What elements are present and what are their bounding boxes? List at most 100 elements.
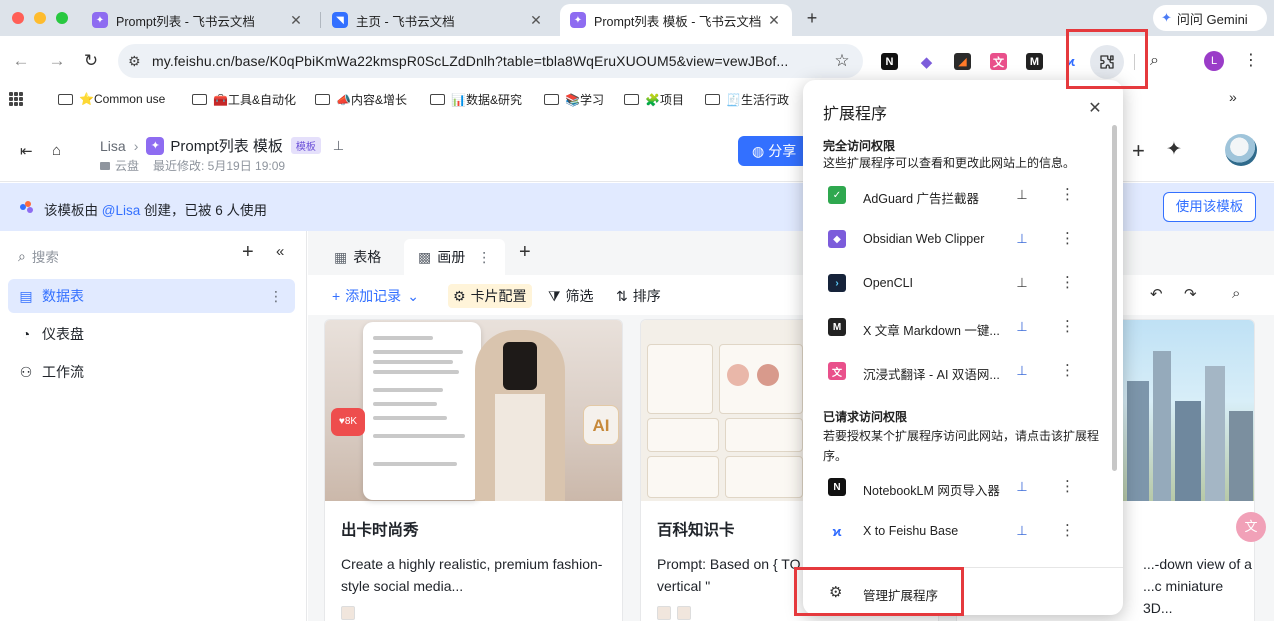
tab-search-icon[interactable]: ⌕ bbox=[1150, 52, 1159, 70]
site-settings-icon[interactable]: ⚙ bbox=[128, 53, 152, 70]
bookmark-folder[interactable]: ⭐Common use bbox=[58, 89, 165, 109]
home-icon[interactable]: ⌂ bbox=[52, 142, 61, 159]
add-table-icon[interactable]: + bbox=[242, 241, 254, 264]
pin-icon[interactable]: ⊥ bbox=[1014, 187, 1030, 203]
filter-button[interactable]: ⧩ 筛选 bbox=[548, 286, 594, 306]
creator-mention[interactable]: @Lisa bbox=[102, 203, 140, 218]
more-options-icon[interactable]: ⋮ bbox=[1060, 361, 1075, 379]
unpin-icon[interactable]: ⊥ bbox=[1014, 523, 1030, 539]
browser-tab-template[interactable]: ✦ Prompt列表 模板 - 飞书云文档 ✕ bbox=[560, 4, 792, 36]
ask-gemini-button[interactable]: ✦ 问问 Gemini bbox=[1153, 5, 1267, 31]
sidebar-toggle-icon[interactable]: ⇤ bbox=[20, 142, 33, 160]
close-icon[interactable]: ✕ bbox=[1086, 98, 1104, 118]
doc-title[interactable]: Prompt列表 模板 bbox=[170, 135, 283, 156]
back-arrow-icon[interactable]: ← bbox=[10, 50, 32, 72]
more-options-icon[interactable]: ⋮ bbox=[1060, 521, 1075, 539]
more-options-icon[interactable]: ⋮ bbox=[1060, 229, 1075, 247]
undo-icon[interactable]: ↶ bbox=[1150, 285, 1163, 303]
url-text[interactable]: my.feishu.cn/base/K0qPbiKmWa22kmspR0ScLZ… bbox=[152, 53, 831, 69]
profile-avatar[interactable]: L bbox=[1204, 51, 1224, 71]
breadcrumb-owner[interactable]: Lisa bbox=[100, 138, 126, 154]
bookmark-folder[interactable]: 🧩项目 bbox=[624, 89, 684, 109]
bookmark-folder[interactable]: 📚学习 bbox=[544, 89, 604, 109]
more-options-icon[interactable]: ⋮ bbox=[1060, 477, 1075, 495]
extension-row-x-to-feishu[interactable]: ϰ X to Feishu Base ⊥ ⋮ bbox=[803, 510, 1113, 554]
bookmark-folder[interactable]: 📊数据&研究 bbox=[430, 89, 522, 109]
view-tabs: ▦ 表格 ▩ 画册 ⋮ + bbox=[308, 231, 1274, 275]
redo-icon[interactable]: ↷ bbox=[1184, 285, 1197, 303]
more-icon[interactable]: ⋮ bbox=[269, 288, 283, 305]
window-close-button[interactable] bbox=[12, 12, 24, 24]
bookmark-folder[interactable]: 🧾生活行政 bbox=[705, 89, 789, 109]
close-icon[interactable]: ✕ bbox=[528, 12, 544, 29]
bookmark-folder[interactable]: 🧰工具&自动化 bbox=[192, 89, 296, 109]
sidebar-item-workflow[interactable]: ⚇ 工作流 bbox=[8, 355, 295, 389]
extension-name: Obsidian Web Clipper bbox=[863, 232, 985, 246]
browser-tab-prompt-list[interactable]: ✦ Prompt列表 - 飞书云文档 ✕ bbox=[82, 4, 314, 36]
add-view-icon[interactable]: + bbox=[519, 241, 531, 264]
card-config-button[interactable]: ⚙ 卡片配置 bbox=[448, 284, 532, 308]
new-tab-button[interactable]: + bbox=[800, 6, 824, 30]
apps-grid-icon[interactable] bbox=[9, 92, 23, 106]
immersive-translate-extension-icon[interactable]: 文 bbox=[990, 53, 1007, 70]
extension-row-notebooklm[interactable]: N NotebookLM 网页导入器 ⊥ ⋮ bbox=[803, 466, 1113, 510]
collapse-sidebar-icon[interactable]: « bbox=[276, 243, 284, 260]
settings-icon: ⚙ bbox=[453, 287, 466, 304]
more-options-icon[interactable]: ⋮ bbox=[1060, 273, 1075, 291]
extension-row-adguard[interactable]: ✓ AdGuard 广告拦截器 ⊥ ⋮ bbox=[803, 174, 1113, 218]
popup-scrollbar[interactable] bbox=[1112, 125, 1117, 471]
share-button[interactable]: ◍ 分享 bbox=[738, 136, 808, 166]
bookmarks-overflow-icon[interactable]: » bbox=[1229, 89, 1237, 105]
chevron-down-icon[interactable]: ⌄ bbox=[407, 288, 419, 305]
sort-button[interactable]: ⇅ 排序 bbox=[616, 286, 661, 306]
dark-extension-icon[interactable]: ◢ bbox=[954, 53, 971, 70]
bookmark-star-icon[interactable]: ☆ bbox=[831, 51, 853, 71]
unpin-icon[interactable]: ⊥ bbox=[1014, 319, 1030, 335]
tab-grid-view[interactable]: ▦ 表格 bbox=[320, 239, 395, 275]
attachment-thumbnail[interactable] bbox=[677, 606, 691, 620]
tab-gallery-view[interactable]: ▩ 画册 ⋮ bbox=[404, 239, 506, 275]
sidebar-item-dashboard[interactable]: ◔ 仪表盘 bbox=[8, 317, 295, 351]
obsidian-extension-icon[interactable]: ◆ bbox=[918, 53, 935, 71]
unpin-icon[interactable]: ⊥ bbox=[1014, 363, 1030, 379]
forward-arrow-icon[interactable]: → bbox=[46, 50, 68, 72]
window-minimize-button[interactable] bbox=[34, 12, 46, 24]
reload-icon[interactable]: ↻ bbox=[80, 50, 102, 72]
add-icon[interactable]: + bbox=[1132, 138, 1145, 164]
view-label: 画册 bbox=[437, 249, 466, 265]
unpin-icon[interactable]: ⊥ bbox=[1014, 479, 1030, 495]
user-avatar[interactable] bbox=[1225, 134, 1257, 166]
notion-extension-icon[interactable]: N bbox=[881, 53, 898, 70]
unpin-icon[interactable]: ⊥ bbox=[1014, 231, 1030, 247]
extension-row-x-markdown[interactable]: M X 文章 Markdown 一键... ⊥ ⋮ bbox=[803, 306, 1113, 350]
more-options-icon[interactable]: ⋮ bbox=[1060, 185, 1075, 203]
sidebar-item-data-table[interactable]: ▤ 数据表 ⋮ bbox=[8, 279, 295, 313]
pin-icon[interactable]: ⊥ bbox=[1014, 275, 1030, 291]
browser-menu-icon[interactable]: ⋮ bbox=[1243, 50, 1259, 70]
bookmark-folder[interactable]: 📣内容&增长 bbox=[315, 89, 407, 109]
search-records-icon[interactable]: ⌕ bbox=[1232, 285, 1240, 302]
immersive-translate-floating-icon[interactable]: 文 bbox=[1236, 512, 1266, 542]
window-maximize-button[interactable] bbox=[56, 12, 68, 24]
attachment-thumbnail[interactable] bbox=[341, 606, 355, 620]
doc-location[interactable]: 云盘 bbox=[115, 157, 139, 174]
close-icon[interactable]: ✕ bbox=[766, 12, 782, 29]
extension-row-opencli[interactable]: › OpenCLI ⊥ ⋮ bbox=[803, 262, 1113, 306]
use-template-button[interactable]: 使用该模板 bbox=[1163, 192, 1256, 222]
more-options-icon[interactable]: ⋮ bbox=[1060, 317, 1075, 335]
globe-icon: ◍ bbox=[752, 142, 765, 159]
markdown-extension-icon[interactable]: M bbox=[1026, 53, 1043, 70]
attachment-thumbnail[interactable] bbox=[657, 606, 671, 620]
address-bar[interactable]: ⚙ my.feishu.cn/base/K0qPbiKmWa22kmspR0Sc… bbox=[118, 44, 863, 78]
template-info-icon bbox=[20, 201, 34, 213]
pin-icon[interactable]: ⊥ bbox=[333, 138, 344, 154]
sidebar-search[interactable]: ⌕ 搜索 bbox=[18, 246, 59, 266]
extension-row-immersive-translate[interactable]: 文 沉浸式翻译 - AI 双语网... ⊥ ⋮ bbox=[803, 350, 1113, 394]
more-icon[interactable]: ⋮ bbox=[477, 249, 491, 266]
add-record-button[interactable]: + 添加记录 ⌄ bbox=[332, 286, 419, 306]
ai-sparkle-icon[interactable]: ✦ bbox=[1166, 138, 1182, 161]
extension-row-obsidian[interactable]: ◆ Obsidian Web Clipper ⊥ ⋮ bbox=[803, 218, 1113, 262]
close-icon[interactable]: ✕ bbox=[288, 12, 304, 29]
gallery-card[interactable]: ♥8K AI 出卡时尚秀 Create a highly realistic, … bbox=[324, 319, 623, 621]
browser-tab-home[interactable]: ◥ 主页 - 飞书云文档 ✕ bbox=[322, 4, 554, 36]
